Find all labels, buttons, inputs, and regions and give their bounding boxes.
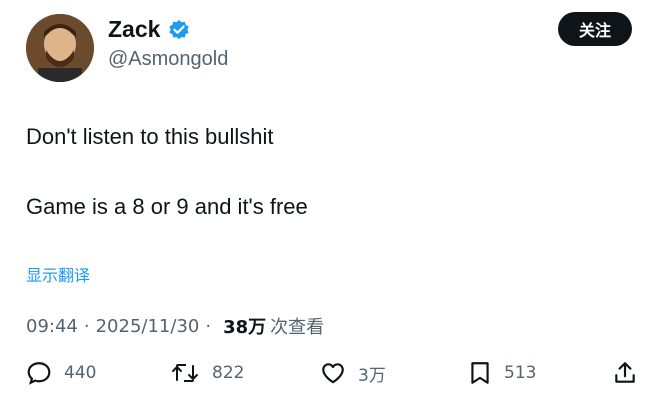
bookmark-count: 513 (504, 363, 537, 383)
verified-badge-icon (168, 19, 190, 41)
bookmark-icon (468, 360, 492, 386)
avatar[interactable] (26, 14, 94, 82)
author-display-name[interactable]: Zack (108, 16, 160, 43)
share-icon (612, 360, 638, 386)
retweet-count: 822 (212, 363, 245, 383)
views-count: 38万 (223, 317, 267, 338)
tweet-date[interactable]: 2025/11/30 (96, 316, 200, 337)
meta-separator: · (205, 315, 212, 337)
author-handle[interactable]: @Asmongold (108, 48, 228, 71)
retweet-icon (170, 360, 200, 386)
bookmark-button[interactable]: 513 (468, 360, 536, 386)
reply-count: 440 (64, 363, 97, 383)
reply-icon (26, 360, 52, 386)
tweet-time[interactable]: 09:44 (26, 316, 78, 337)
reply-button[interactable]: 440 (26, 360, 96, 386)
like-button[interactable]: 3万 (320, 360, 386, 386)
show-translation-link[interactable]: 显示翻译 (26, 262, 90, 286)
follow-button[interactable]: 关注 (558, 12, 632, 46)
like-icon (320, 360, 346, 386)
meta-separator: · (83, 315, 90, 337)
views-label: 次查看 (270, 317, 325, 338)
tweet-text-line-2: Game is a 8 or 9 and it's free (26, 194, 308, 219)
tweet-meta: 09:44 · 2025/11/30 · 38万 次查看 (26, 313, 324, 339)
tweet-actions: 440 822 3万 513 (0, 360, 664, 396)
tweet-text-line-1: Don't listen to this bullshit (26, 124, 274, 149)
like-count: 3万 (358, 365, 386, 386)
share-button[interactable] (612, 360, 638, 386)
retweet-button[interactable]: 822 (170, 360, 244, 386)
